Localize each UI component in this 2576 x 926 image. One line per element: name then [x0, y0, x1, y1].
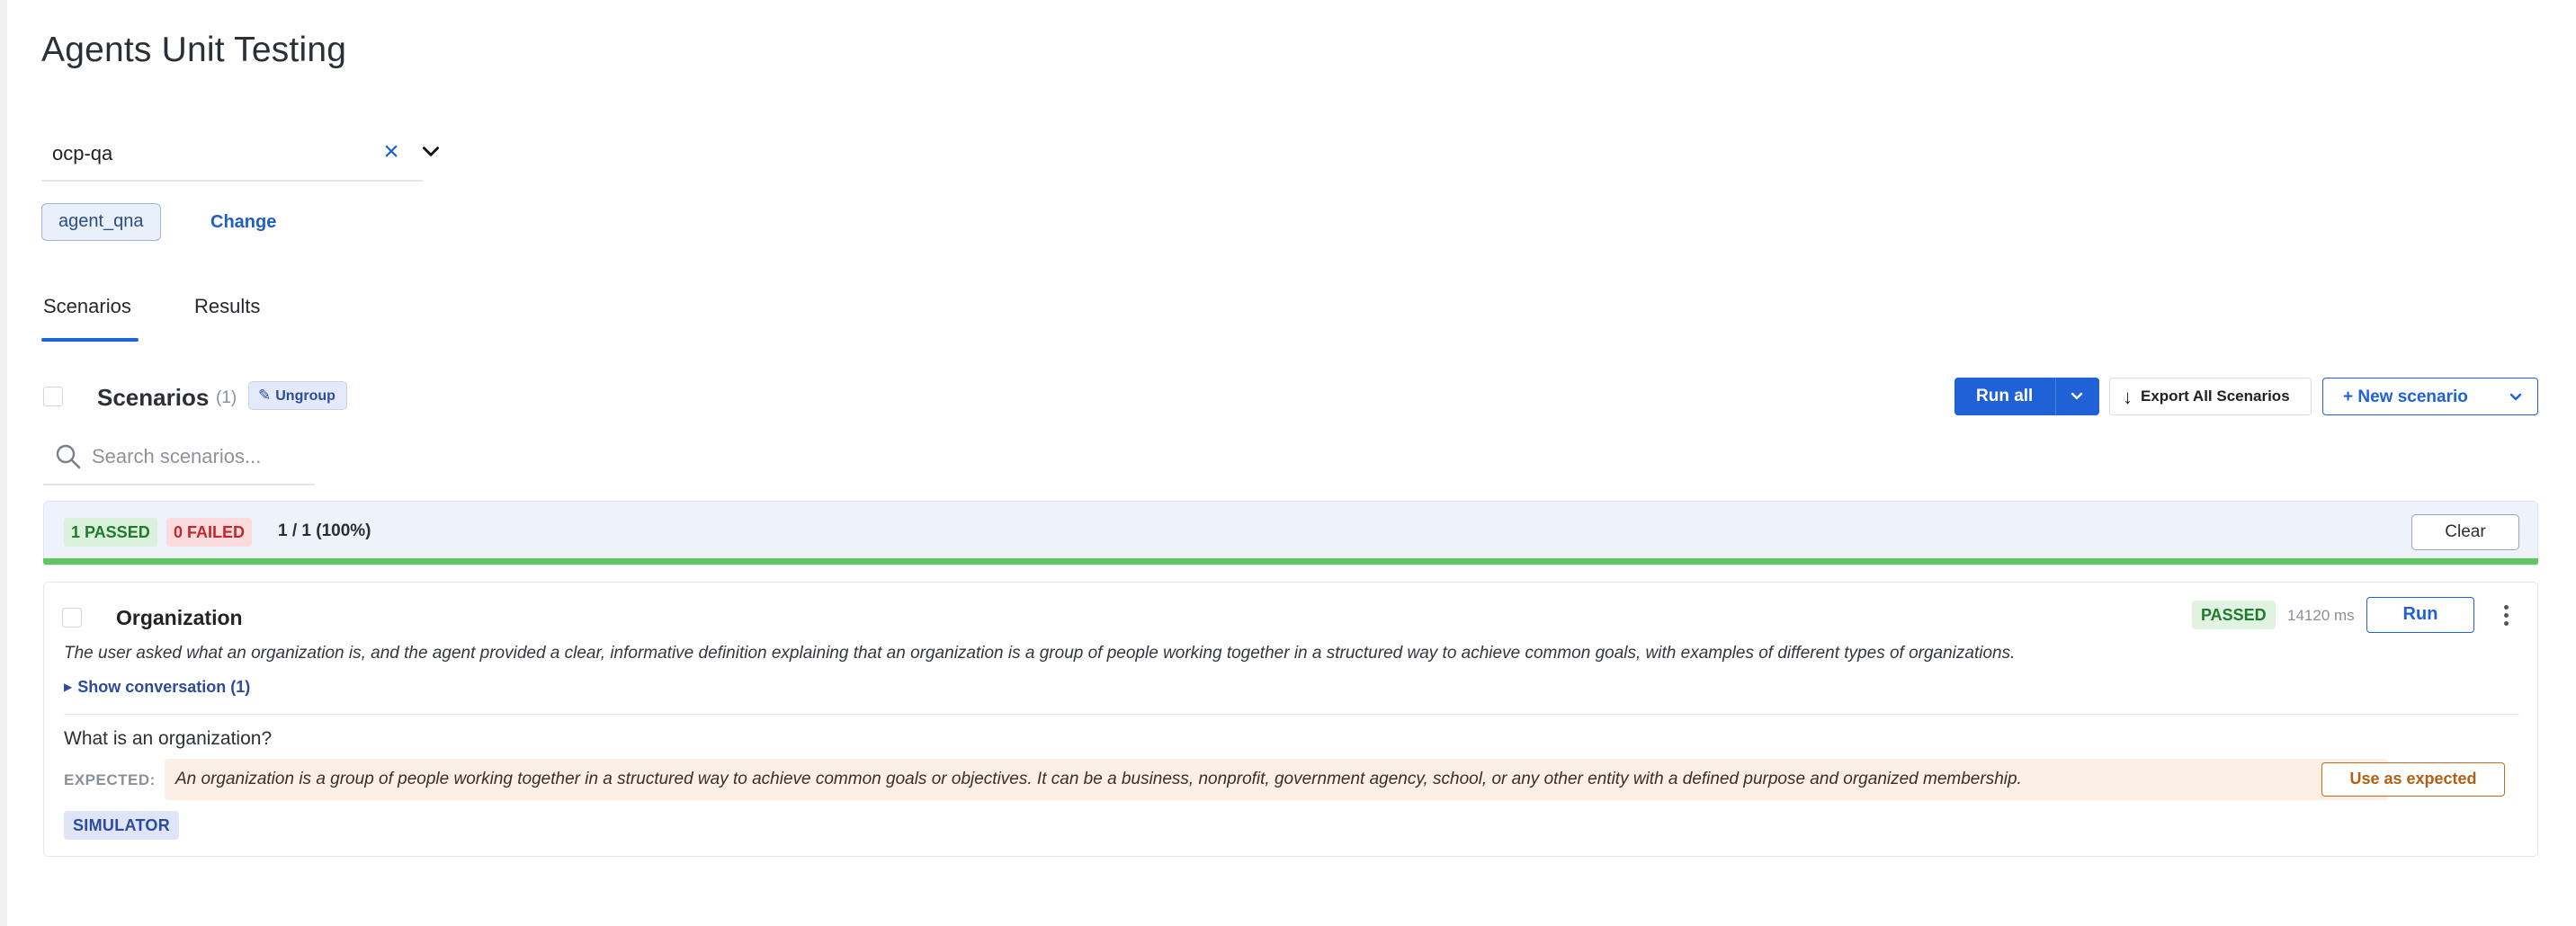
expected-label: EXPECTED: — [64, 771, 156, 788]
active-tab-indicator — [41, 338, 139, 342]
agent-chip: agent_qna — [41, 203, 161, 241]
export-all-label: Export All Scenarios — [2141, 387, 2290, 405]
run-all-label: Run all — [1976, 387, 2034, 405]
clear-button[interactable]: Clear — [2411, 514, 2519, 550]
pass-progress-bar — [43, 558, 2538, 565]
scenario-checkbox[interactable] — [62, 608, 82, 628]
tab-bar: Scenarios Results — [41, 288, 401, 342]
divider — [64, 714, 2519, 715]
caret-right-icon: ▶ — [64, 681, 73, 693]
new-scenario-button[interactable]: + New scenario — [2322, 378, 2538, 415]
change-agent-link[interactable]: Change — [210, 212, 276, 233]
scenario-title: Organization — [116, 606, 243, 629]
download-arrow-icon: ↓ — [2123, 386, 2133, 408]
use-as-expected-button[interactable]: Use as expected — [2321, 762, 2505, 797]
page-title: Agents Unit Testing — [41, 31, 347, 69]
expected-answer-box: An organization is a group of people wor… — [165, 759, 2505, 800]
search-icon — [56, 444, 81, 469]
chevron-down-icon[interactable] — [419, 140, 443, 164]
run-all-button[interactable]: Run all — [1954, 378, 2099, 415]
left-edge — [0, 0, 7, 926]
chevron-down-icon[interactable] — [2507, 389, 2525, 405]
run-scenario-button[interactable]: Run — [2366, 597, 2474, 633]
results-summary: 1 PASSED 0 FAILED 1 / 1 (100%) Clear — [43, 501, 2538, 565]
simulator-tag: SIMULATOR — [64, 811, 180, 840]
more-options-icon[interactable] — [2496, 597, 2518, 633]
show-conversation-label: Show conversation (1) — [77, 678, 251, 696]
project-select[interactable]: ocp-qa × — [41, 129, 439, 182]
new-scenario-label: + New scenario — [2343, 387, 2468, 406]
scenarios-heading: Scenarios — [97, 384, 210, 411]
search-box — [43, 433, 315, 485]
ungroup-label: Ungroup — [275, 388, 335, 404]
search-input[interactable] — [92, 441, 308, 473]
ungroup-button[interactable]: ✎ Ungroup — [248, 381, 347, 410]
failed-count-badge: 0 FAILED — [166, 518, 253, 547]
pass-ratio: 1 / 1 (100%) — [278, 521, 371, 540]
duration: 14120 ms — [2287, 607, 2355, 624]
scenario-card: Organization PASSED 14120 ms Run The use… — [43, 582, 2538, 857]
tab-scenarios[interactable]: Scenarios — [43, 295, 131, 318]
scenario-question: What is an organization? — [64, 728, 273, 749]
select-all-checkbox[interactable] — [43, 387, 63, 406]
passed-count-badge: 1 PASSED — [64, 518, 157, 547]
clear-icon[interactable]: × — [378, 137, 405, 167]
run-all-separator — [2055, 378, 2056, 415]
chevron-down-icon[interactable] — [2068, 388, 2086, 405]
tab-results[interactable]: Results — [194, 295, 260, 318]
show-conversation-toggle[interactable]: ▶ Show conversation (1) — [64, 678, 250, 697]
status-badge: PASSED — [2192, 601, 2276, 629]
scenarios-count: (1) — [216, 388, 237, 407]
magic-wand-icon: ✎ — [258, 387, 272, 404]
scenario-summary: The user asked what an organization is, … — [64, 644, 2016, 663]
export-all-button[interactable]: ↓ Export All Scenarios — [2109, 378, 2312, 415]
expected-answer: An organization is a group of people wor… — [175, 770, 2022, 788]
project-select-value: ocp-qa — [52, 142, 113, 165]
